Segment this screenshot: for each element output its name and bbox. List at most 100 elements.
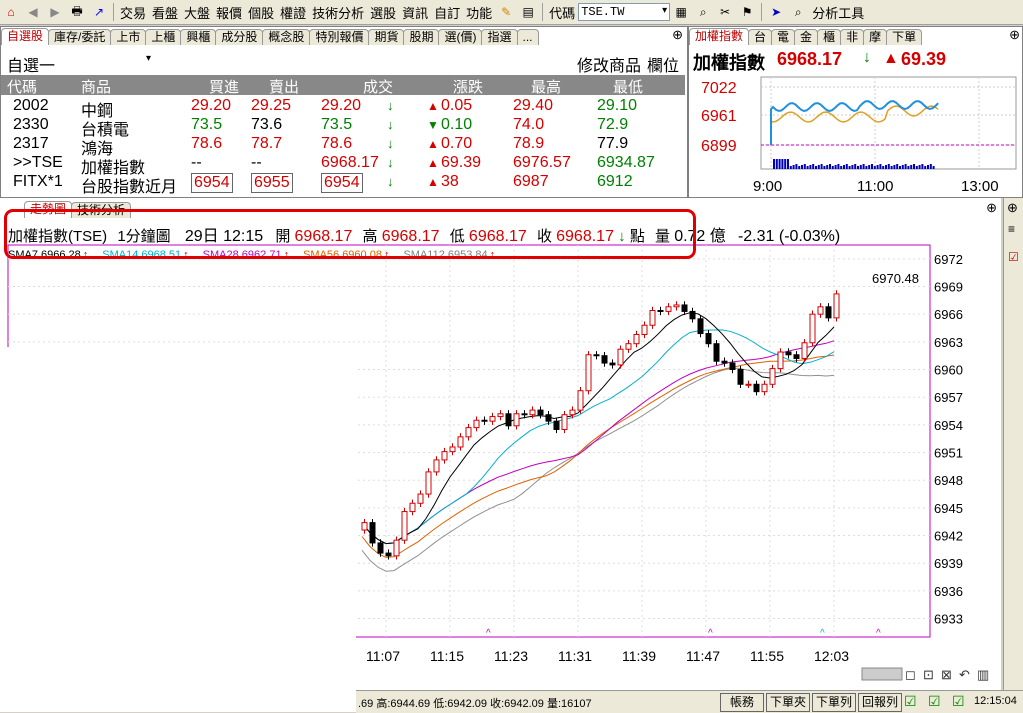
forward-icon[interactable]: ▶ bbox=[46, 3, 64, 21]
analysis-tools-menu[interactable]: 分析工具 bbox=[809, 3, 867, 22]
watchlist-row[interactable]: >>TSE 加權指數 -- -- 6968.17 69.39 6976.57 6934.87 ↓… bbox=[1, 154, 685, 177]
check-icon[interactable]: ☑ bbox=[952, 693, 965, 710]
menu-market[interactable]: 大盤 bbox=[181, 3, 213, 22]
col-high[interactable]: 最高 bbox=[531, 76, 561, 97]
dropdown-icon[interactable]: ▾ bbox=[146, 53, 151, 64]
mini-volume-bar bbox=[795, 164, 798, 169]
menu-technical[interactable]: 技術分析 bbox=[309, 3, 367, 22]
wl-tab-5[interactable]: 成分股 bbox=[215, 29, 264, 45]
check-icon[interactable]: ☑ bbox=[928, 693, 941, 710]
mc-tab-4[interactable]: 櫃 bbox=[817, 29, 842, 45]
wl-tab-6[interactable]: 概念股 bbox=[262, 29, 311, 45]
wl-tab-3[interactable]: 上櫃 bbox=[145, 29, 182, 45]
popup-icon[interactable]: ↗ bbox=[90, 3, 108, 21]
chart-tool-icon[interactable]: ▥ bbox=[977, 667, 989, 682]
menu-trade[interactable]: 交易 bbox=[117, 3, 149, 22]
mini-volume-bar bbox=[932, 166, 935, 169]
candle-body bbox=[689, 310, 696, 320]
mini-volume-bar bbox=[868, 165, 871, 169]
cell-ask: -- bbox=[251, 154, 262, 171]
x-tick-label: 11:15 bbox=[430, 648, 464, 664]
wl-tab-1[interactable]: 庫存/委託 bbox=[48, 29, 112, 45]
col-last[interactable]: 成交 bbox=[363, 76, 393, 97]
menu-screener[interactable]: 選股 bbox=[367, 3, 399, 22]
wl-tab-11[interactable]: 指選 bbox=[481, 29, 518, 45]
menu-custom[interactable]: 自訂 bbox=[431, 3, 463, 22]
mini-volume-bar bbox=[854, 164, 857, 169]
chart-tool-icon[interactable]: ⊡ bbox=[923, 667, 934, 682]
menu-watch[interactable]: 看盤 bbox=[149, 3, 181, 22]
mini-volume-bar bbox=[809, 165, 812, 169]
wl-tab-7[interactable]: 特別報價 bbox=[309, 29, 370, 45]
col-bid[interactable]: 買進 bbox=[209, 76, 239, 97]
mc-tab-1[interactable]: 台 bbox=[748, 29, 773, 45]
columns-button[interactable]: 欄位 bbox=[647, 52, 679, 76]
cell-low: 77.9 bbox=[597, 135, 629, 152]
mc-tab-7[interactable]: 下單 bbox=[886, 29, 923, 45]
menu-warrant[interactable]: 權證 bbox=[277, 3, 309, 22]
search-icon[interactable]: ⌕ bbox=[694, 3, 712, 21]
watchlist-row[interactable]: 2317 鴻海 78.6 78.7 78.6 0.70 78.9 77.9 ↓ ▲ bbox=[1, 135, 685, 158]
zoom-icon[interactable]: ⊕ bbox=[1007, 200, 1018, 216]
watchlist-row[interactable]: 2330 台積電 73.5 73.6 73.5 0.10 74.0 72.9 ↓ ▼ bbox=[1, 116, 685, 139]
alert-icon[interactable]: ⚑ bbox=[738, 3, 756, 21]
chart-tool-icon[interactable]: ↶ bbox=[959, 667, 970, 682]
order-bar-button[interactable]: 下單列 bbox=[812, 693, 856, 712]
watchlist-row[interactable]: FITX*1 台股指數近月 6954 6955 6954 38 6987 6912 ↓ ▲ bbox=[1, 173, 685, 196]
col-low[interactable]: 最低 bbox=[613, 76, 643, 97]
wl-tab-0[interactable]: 自選股 bbox=[1, 28, 50, 45]
wl-tab-2[interactable]: 上市 bbox=[110, 29, 147, 45]
home-icon[interactable]: ⌂ bbox=[2, 3, 20, 21]
up-triangle-icon: ▲ bbox=[427, 137, 439, 151]
chart-scrollbar[interactable] bbox=[861, 667, 903, 681]
cell-bid: 73.5 bbox=[191, 116, 223, 133]
print-icon[interactable]: 🖶 bbox=[68, 3, 86, 21]
mc-tab-2[interactable]: 電 bbox=[771, 29, 796, 45]
notepad-icon[interactable]: ▤ bbox=[519, 3, 537, 21]
watchlist-select[interactable]: 自選一 bbox=[7, 52, 55, 76]
menu-stock[interactable]: 個股 bbox=[245, 3, 277, 22]
pencil-icon[interactable]: ✎ bbox=[497, 3, 515, 21]
chart-tool-icon[interactable]: ◻ bbox=[905, 667, 916, 682]
chart-tool-icon[interactable]: ⊠ bbox=[941, 667, 952, 682]
mc-tab-5[interactable]: 非 bbox=[840, 29, 865, 45]
report-bar-button[interactable]: 回報列 bbox=[858, 693, 902, 712]
cursor-icon[interactable]: ➤ bbox=[767, 3, 785, 21]
analysis-icon[interactable]: ⌕ bbox=[789, 3, 807, 21]
wl-tab-10[interactable]: 選(價) bbox=[438, 29, 483, 45]
zoom-icon[interactable]: ⊕ bbox=[1009, 27, 1020, 43]
back-icon[interactable]: ◀ bbox=[24, 3, 42, 21]
mc-tab-6[interactable]: 摩 bbox=[863, 29, 888, 45]
watchlist-row[interactable]: 2002 中鋼 29.20 29.25 29.20 0.05 29.40 29.10 ↓ ▲ bbox=[1, 97, 685, 120]
x-tick-label: 11:31 bbox=[558, 648, 592, 664]
check-icon[interactable]: ☑ bbox=[904, 693, 917, 710]
zoom-icon[interactable]: ⊕ bbox=[672, 27, 683, 43]
keypad-icon[interactable]: ▦ bbox=[672, 3, 690, 21]
y-tick-label: 6939 bbox=[934, 556, 963, 571]
cell-low: 72.9 bbox=[597, 116, 629, 133]
wl-tab-9[interactable]: 股期 bbox=[403, 29, 440, 45]
mc-tab-3[interactable]: 金 bbox=[794, 29, 819, 45]
col-code[interactable]: 代碼 bbox=[7, 76, 37, 97]
mc-tab-0[interactable]: 加權指數 bbox=[689, 28, 750, 45]
wl-tab-4[interactable]: 興櫃 bbox=[180, 29, 217, 45]
menu-quote[interactable]: 報價 bbox=[213, 3, 245, 22]
tools-icon[interactable]: ✂ bbox=[716, 3, 734, 21]
mini-volume-bar bbox=[871, 164, 873, 169]
menu-function[interactable]: 功能 bbox=[463, 3, 495, 22]
candle-body bbox=[729, 362, 736, 371]
account-button[interactable]: 帳務 bbox=[720, 693, 764, 712]
wl-tab-8[interactable]: 期貨 bbox=[368, 29, 405, 45]
col-name[interactable]: 商品 bbox=[81, 76, 111, 97]
wl-tab-12[interactable]: ... bbox=[516, 29, 539, 45]
side-tab-icon[interactable]: ≡ bbox=[1008, 222, 1015, 236]
modify-items-button[interactable]: 修改商品 bbox=[577, 52, 641, 76]
code-input[interactable]: TSE.TW bbox=[578, 3, 671, 21]
menu-info[interactable]: 資訊 bbox=[399, 3, 431, 22]
order-folder-button[interactable]: 下單夾 bbox=[766, 693, 810, 712]
mini-volume-bar bbox=[857, 166, 859, 169]
col-ask[interactable]: 賣出 bbox=[269, 76, 299, 97]
candle-body bbox=[705, 333, 712, 345]
col-change[interactable]: 漲跌 bbox=[453, 76, 483, 97]
side-check-icon[interactable]: ☑ bbox=[1008, 250, 1019, 264]
